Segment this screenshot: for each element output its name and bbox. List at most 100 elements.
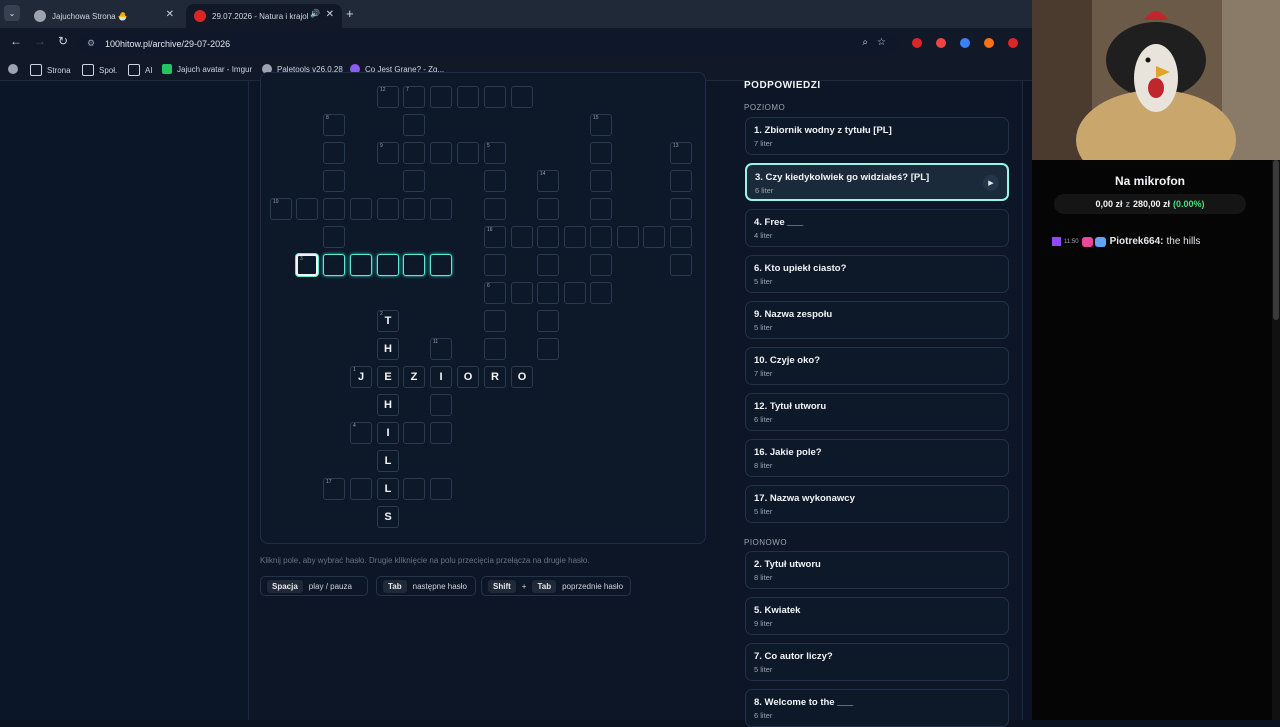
- crossword-cell[interactable]: [537, 310, 559, 332]
- crossword-cell[interactable]: [323, 254, 345, 276]
- crossword-cell[interactable]: [484, 338, 506, 360]
- bookmark-folder-ai[interactable]: AI: [128, 64, 153, 76]
- crossword-cell[interactable]: [350, 478, 372, 500]
- crossword-cell[interactable]: [484, 170, 506, 192]
- crossword-cell[interactable]: 5: [484, 142, 506, 164]
- crossword-cell[interactable]: [457, 142, 479, 164]
- crossword-cell[interactable]: [537, 254, 559, 276]
- crossword-cell[interactable]: [670, 198, 692, 220]
- across-clue[interactable]: 6. Kto upiekł ciasto? 5 liter: [745, 255, 1009, 293]
- crossword-cell[interactable]: 8: [323, 114, 345, 136]
- across-clue[interactable]: 1. Zbiornik wodny z tytułu [PL] 7 liter: [745, 117, 1009, 155]
- crossword-cell[interactable]: [590, 282, 612, 304]
- across-clue[interactable]: 16. Jakie pole? 8 liter: [745, 439, 1009, 477]
- bookmark-folder-spol[interactable]: Społ.: [82, 64, 117, 76]
- crossword-cell[interactable]: I: [377, 422, 399, 444]
- crossword-cell[interactable]: [430, 394, 452, 416]
- crossword-cell[interactable]: 1J: [350, 366, 372, 388]
- crossword-cell[interactable]: 10: [270, 198, 292, 220]
- crossword-cell[interactable]: 4: [350, 422, 372, 444]
- crossword-cell[interactable]: [670, 254, 692, 276]
- crossword-cell[interactable]: [430, 478, 452, 500]
- close-icon[interactable]: ✕: [166, 9, 174, 20]
- crossword-cell[interactable]: [590, 254, 612, 276]
- crossword-cell[interactable]: [377, 254, 399, 276]
- crossword-cell[interactable]: [670, 170, 692, 192]
- crossword-cell[interactable]: [590, 170, 612, 192]
- back-icon[interactable]: ←: [10, 34, 22, 48]
- new-tab-button[interactable]: +: [346, 6, 354, 21]
- crossword-cell[interactable]: [670, 226, 692, 248]
- overlay-scrollbar[interactable]: [1272, 160, 1280, 720]
- crossword-cell[interactable]: S: [377, 506, 399, 528]
- crossword-cell[interactable]: [511, 282, 533, 304]
- crossword-cell[interactable]: [323, 226, 345, 248]
- crossword-cell[interactable]: [403, 254, 425, 276]
- crossword-cell[interactable]: I: [430, 366, 452, 388]
- crossword-cell[interactable]: [430, 198, 452, 220]
- crossword-cell[interactable]: 11: [430, 338, 452, 360]
- close-icon[interactable]: ✕: [326, 9, 334, 20]
- extension-icon[interactable]: [912, 38, 922, 48]
- crossword-cell[interactable]: L: [377, 478, 399, 500]
- crossword-cell[interactable]: 7: [403, 86, 425, 108]
- crossword-cell[interactable]: [564, 282, 586, 304]
- crossword-cell[interactable]: [643, 226, 665, 248]
- crossword-cell[interactable]: 17: [323, 478, 345, 500]
- tab-jajuchowa[interactable]: Jajuchowa Strona 🐣 ✕: [26, 4, 182, 28]
- crossword-cell[interactable]: 6: [484, 282, 506, 304]
- crossword-cell[interactable]: [537, 282, 559, 304]
- crossword-cell[interactable]: [403, 422, 425, 444]
- down-clue[interactable]: 7. Co autor liczy? 5 liter: [745, 643, 1009, 681]
- crossword-cell[interactable]: [537, 198, 559, 220]
- across-clue[interactable]: 9. Nazwa zespołu 5 liter: [745, 301, 1009, 339]
- crossword-cell[interactable]: [323, 142, 345, 164]
- tab-archive[interactable]: 29.07.2026 - Natura i krajol 🔊 ✕: [186, 4, 342, 28]
- down-clue[interactable]: 2. Tytuł utworu 8 liter: [745, 551, 1009, 589]
- crossword-cell[interactable]: [564, 226, 586, 248]
- youtube-icon[interactable]: [936, 38, 946, 48]
- crossword-cell[interactable]: [430, 142, 452, 164]
- crossword-cell[interactable]: [377, 198, 399, 220]
- crossword-cell[interactable]: [537, 338, 559, 360]
- crossword-cell[interactable]: [403, 170, 425, 192]
- crossword-cell[interactable]: [537, 226, 559, 248]
- crossword-cell[interactable]: H: [377, 338, 399, 360]
- crossword-cell[interactable]: R: [484, 366, 506, 388]
- crossword-cell[interactable]: [590, 142, 612, 164]
- crossword-cell[interactable]: [617, 226, 639, 248]
- crossword-cell[interactable]: [403, 478, 425, 500]
- bookmark-star-icon[interactable]: ☆: [877, 37, 886, 48]
- crossword-cell[interactable]: [403, 114, 425, 136]
- crossword-cell-selected[interactable]: 3: [296, 254, 318, 276]
- scrollbar-thumb[interactable]: [1273, 160, 1279, 320]
- crossword-cell[interactable]: [511, 86, 533, 108]
- adblock-icon[interactable]: [1008, 38, 1018, 48]
- crossword-cell[interactable]: [430, 86, 452, 108]
- crossword-cell[interactable]: [484, 198, 506, 220]
- crossword-cell[interactable]: [457, 86, 479, 108]
- crossword-cell[interactable]: Z: [403, 366, 425, 388]
- across-clue[interactable]: 4. Free ___ 4 liter: [745, 209, 1009, 247]
- crossword-cell[interactable]: O: [457, 366, 479, 388]
- crossword-cell[interactable]: O: [511, 366, 533, 388]
- crossword-cell[interactable]: H: [377, 394, 399, 416]
- crossword-cell[interactable]: 13: [670, 142, 692, 164]
- crossword-cell[interactable]: 9: [377, 142, 399, 164]
- crossword-cell[interactable]: [484, 254, 506, 276]
- crossword-cell[interactable]: 16: [484, 226, 506, 248]
- play-icon[interactable]: ▶: [983, 175, 999, 191]
- bookmark-item[interactable]: [8, 64, 23, 74]
- extension-icon[interactable]: [984, 38, 994, 48]
- crossword-cell[interactable]: [590, 226, 612, 248]
- crossword-cell[interactable]: E: [377, 366, 399, 388]
- across-clue[interactable]: 17. Nazwa wykonawcy 5 liter: [745, 485, 1009, 523]
- across-clue[interactable]: 12. Tytuł utworu 6 liter: [745, 393, 1009, 431]
- address-bar[interactable]: ⚙ 100hitow.pl/archive/29-07-2026 ⌕ ☆: [78, 33, 898, 55]
- across-clue[interactable]: 10. Czyje oko? 7 liter: [745, 347, 1009, 385]
- crossword-cell[interactable]: [590, 198, 612, 220]
- crossword-cell[interactable]: [430, 254, 452, 276]
- crossword-cell[interactable]: 15: [590, 114, 612, 136]
- crossword-cell[interactable]: [430, 422, 452, 444]
- crossword-cell[interactable]: L: [377, 450, 399, 472]
